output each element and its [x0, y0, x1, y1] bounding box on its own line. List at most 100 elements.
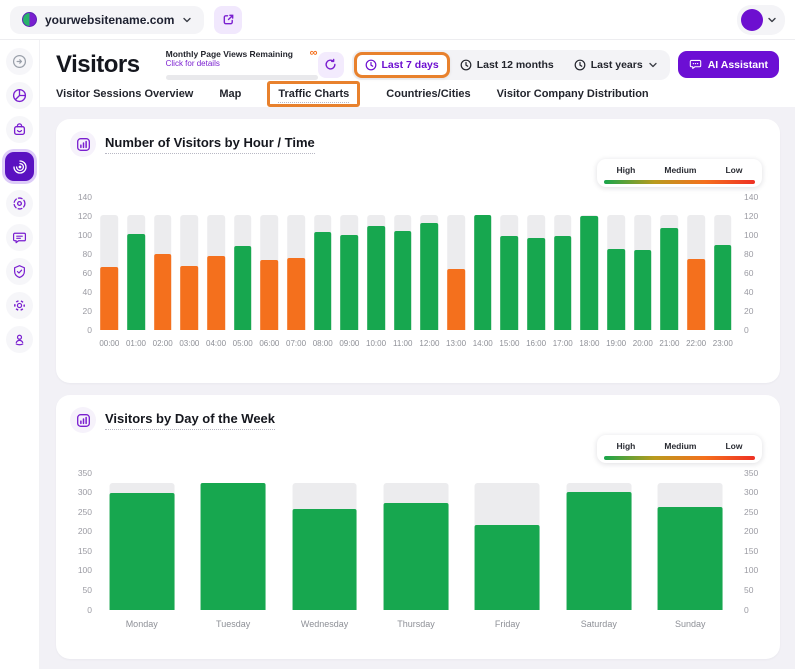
bar-column[interactable] — [549, 197, 576, 330]
bar-column[interactable] — [123, 197, 150, 330]
account-menu[interactable] — [737, 5, 785, 35]
bar-column[interactable] — [363, 197, 390, 330]
bar-column[interactable] — [187, 473, 278, 610]
x-tick-label: 14:00 — [469, 339, 496, 348]
sidebar-collapse-button[interactable] — [6, 48, 33, 75]
sidebar-item-products[interactable] — [6, 116, 33, 143]
bar-column[interactable] — [576, 197, 603, 330]
bar — [292, 509, 357, 610]
y-tick-label: 150 — [78, 546, 92, 556]
x-tick-label: Monday — [96, 619, 187, 629]
x-axis-labels: MondayTuesdayWednesdayThursdayFridaySatu… — [96, 619, 736, 629]
bar-column[interactable] — [256, 197, 283, 330]
bar-column[interactable] — [656, 197, 683, 330]
tab-visitor-sessions-overview[interactable]: Visitor Sessions Overview — [56, 88, 193, 100]
bar-column[interactable] — [416, 197, 443, 330]
bar-chart-icon — [70, 407, 96, 433]
bar-column[interactable] — [645, 473, 736, 610]
sidebar-item-security[interactable] — [6, 258, 33, 285]
bar-column[interactable] — [279, 473, 370, 610]
y-tick-label: 0 — [87, 325, 92, 335]
y-axis-right: 050100150200250300350 — [736, 473, 766, 610]
bar-column[interactable] — [629, 197, 656, 330]
y-tick-label: 250 — [744, 507, 758, 517]
legend-low-label: Low — [725, 165, 742, 175]
x-tick-label: 10:00 — [363, 339, 390, 348]
y-tick-label: 20 — [744, 306, 753, 316]
tab-visitor-company-distribution[interactable]: Visitor Company Distribution — [497, 88, 649, 100]
y-tick-label: 100 — [78, 230, 92, 240]
bar-column[interactable] — [283, 197, 310, 330]
x-tick-label: 19:00 — [603, 339, 630, 348]
bar — [367, 226, 385, 330]
bar — [475, 525, 540, 609]
x-tick-label: 16:00 — [523, 339, 550, 348]
date-range-group: Last 7 days Last 12 months — [352, 50, 670, 80]
x-tick-label: 09:00 — [336, 339, 363, 348]
clock-icon — [574, 59, 586, 71]
sidebar-item-tracking[interactable] — [6, 190, 33, 217]
pageviews-details-link[interactable]: Click for details — [166, 59, 293, 68]
x-tick-label: 07:00 — [283, 339, 310, 348]
bar-column[interactable] — [553, 473, 644, 610]
refresh-button[interactable] — [318, 52, 344, 78]
range-last-years-dropdown[interactable]: Last years — [564, 53, 668, 77]
x-tick-label: 22:00 — [683, 339, 710, 348]
sidebar-item-settings[interactable] — [6, 292, 33, 319]
bar — [201, 483, 266, 609]
sidebar-item-dashboard[interactable] — [6, 82, 33, 109]
x-tick-label: 02:00 — [149, 339, 176, 348]
bar-column[interactable] — [336, 197, 363, 330]
bar — [101, 267, 119, 330]
bar — [447, 269, 465, 330]
bar-column[interactable] — [469, 197, 496, 330]
bar-column[interactable] — [203, 197, 230, 330]
range-last-12-months[interactable]: Last 12 months — [450, 53, 564, 77]
bar-column[interactable] — [462, 473, 553, 610]
y-tick-label: 0 — [744, 325, 749, 335]
bar-column[interactable] — [229, 197, 256, 330]
infinity-value: ∞ — [310, 49, 318, 57]
y-tick-label: 100 — [744, 230, 758, 240]
bar — [661, 228, 679, 330]
tab-countries-cities[interactable]: Countries/Cities — [386, 88, 470, 100]
bar-column[interactable] — [443, 197, 470, 330]
y-tick-label: 60 — [83, 268, 92, 278]
bar-column[interactable] — [683, 197, 710, 330]
tab-traffic-charts[interactable]: Traffic Charts — [267, 81, 360, 107]
legend-high-label: High — [616, 441, 635, 451]
sidebar-item-chat[interactable] — [6, 224, 33, 251]
bar — [234, 246, 252, 330]
bar-column[interactable] — [96, 473, 187, 610]
site-selector[interactable]: yourwebsitename.com — [10, 6, 204, 34]
x-tick-label: 06:00 — [256, 339, 283, 348]
open-site-button[interactable] — [214, 6, 242, 34]
bar-column[interactable] — [389, 197, 416, 330]
bar-column[interactable] — [149, 197, 176, 330]
ai-assistant-button[interactable]: AI Assistant — [678, 51, 779, 78]
site-favicon-icon — [22, 12, 37, 27]
y-tick-label: 300 — [78, 487, 92, 497]
bar-column[interactable] — [523, 197, 550, 330]
bar-column[interactable] — [96, 197, 123, 330]
x-tick-label: 08:00 — [309, 339, 336, 348]
bar — [634, 250, 652, 330]
bar-column[interactable] — [176, 197, 203, 330]
bar — [714, 245, 732, 330]
y-tick-label: 250 — [78, 507, 92, 517]
bar-column[interactable] — [709, 197, 736, 330]
sidebar-item-visitors[interactable] — [5, 152, 34, 181]
bar-column[interactable] — [309, 197, 336, 330]
clock-icon — [460, 59, 472, 71]
bar-column[interactable] — [496, 197, 523, 330]
y-tick-label: 40 — [744, 287, 753, 297]
x-tick-label: Friday — [462, 619, 553, 629]
range-last-7-days[interactable]: Last 7 days — [354, 52, 450, 78]
bar — [554, 236, 572, 329]
pageviews-quota: Monthly Page Views Remaining Click for d… — [166, 49, 318, 80]
x-tick-label: 04:00 — [203, 339, 230, 348]
bar-column[interactable] — [370, 473, 461, 610]
tab-map[interactable]: Map — [219, 88, 241, 100]
sidebar-item-location[interactable] — [6, 326, 33, 353]
bar-column[interactable] — [603, 197, 630, 330]
